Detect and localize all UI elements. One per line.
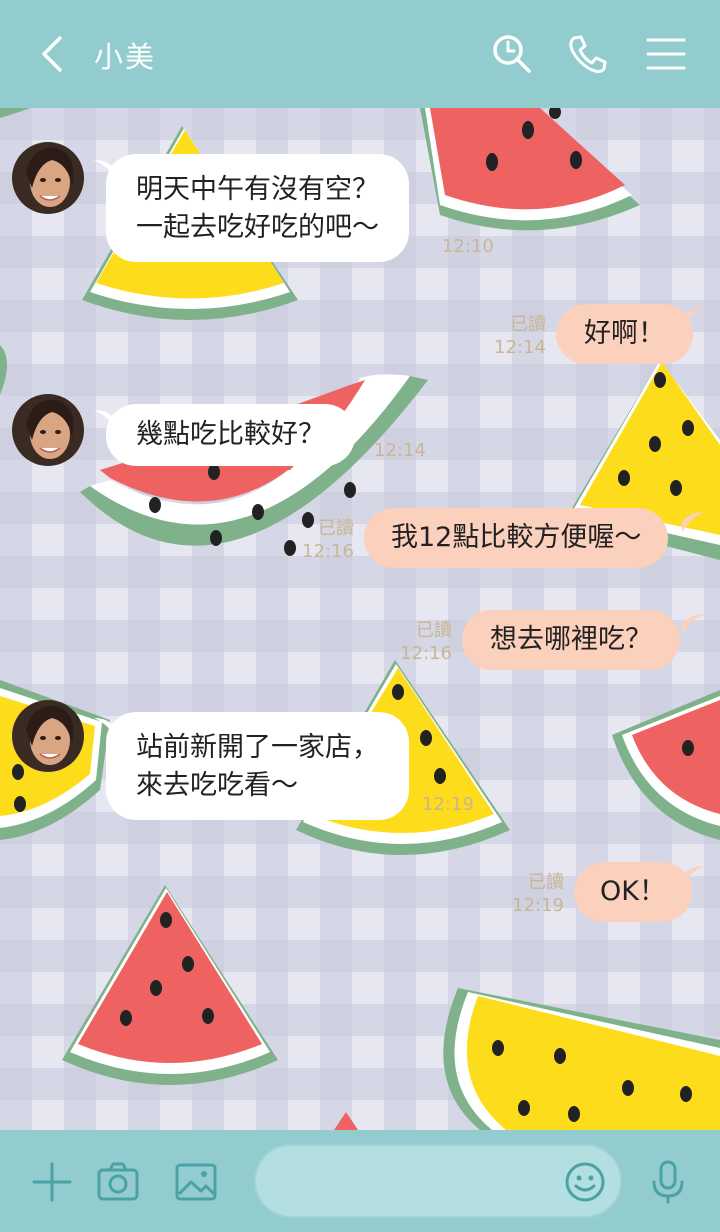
watermelon-slice-red-1 — [420, 108, 640, 231]
message-text: 我12點比較方便喔～ — [391, 522, 642, 553]
microphone-icon[interactable] — [646, 1160, 690, 1204]
back-icon[interactable] — [34, 34, 74, 74]
read-receipt: 已讀 — [318, 518, 354, 539]
read-receipt: 已讀 — [510, 314, 546, 335]
message-text: 想去哪裡吃？ — [490, 624, 652, 655]
message-bubble-outgoing[interactable]: 想去哪裡吃？ — [462, 610, 680, 670]
message-line: 明天中午有沒有空？ — [136, 174, 379, 205]
avatar[interactable] — [12, 142, 84, 214]
chat-header: 小美 — [0, 0, 720, 108]
message-text: 好啊！ — [584, 318, 665, 349]
image-icon[interactable] — [174, 1160, 218, 1204]
message-line: 一起去吃好吃的吧～ — [136, 212, 379, 243]
bubble-tail — [682, 866, 704, 886]
message-input[interactable] — [254, 1144, 622, 1218]
message-bubble-outgoing[interactable]: OK！ — [574, 862, 692, 922]
contact-name: 小美 — [94, 40, 157, 74]
message-text: OK！ — [600, 876, 666, 907]
emoji-icon[interactable] — [564, 1161, 606, 1203]
message-bubble-incoming[interactable]: 明天中午有沒有空？ 一起去吃好吃的吧～ — [106, 154, 409, 262]
search-icon[interactable] — [490, 32, 534, 76]
message-bubble-outgoing[interactable]: 我12點比較方便喔～ — [364, 508, 669, 568]
avatar[interactable] — [12, 700, 84, 772]
message-line: 幾點吃比較好？ — [136, 419, 325, 450]
message-line: 站前新開了一家店， — [136, 732, 379, 763]
menu-icon[interactable] — [644, 32, 688, 76]
watermelon-slice-yellow-5 — [443, 988, 720, 1130]
read-receipt: 已讀 — [528, 872, 564, 893]
message-line: 來去吃吃看～ — [136, 770, 298, 801]
camera-icon[interactable] — [96, 1160, 140, 1204]
message-time: 12:19 — [422, 794, 474, 815]
bubble-tail — [682, 614, 704, 634]
plus-icon[interactable] — [30, 1160, 74, 1204]
message-bubble-outgoing[interactable]: 好啊！ — [556, 304, 693, 364]
avatar[interactable] — [12, 394, 84, 466]
read-receipt: 已讀 — [416, 620, 452, 641]
message-time: 12:10 — [442, 236, 494, 257]
bubble-tail — [682, 512, 704, 532]
message-bubble-incoming[interactable]: 幾點吃比較好？ — [106, 404, 355, 466]
watermelon-slice-red-4 — [62, 885, 278, 1085]
bubble-tail — [682, 308, 704, 328]
watermelon-slice-red-3 — [612, 690, 720, 840]
message-time: 12:19 — [512, 895, 564, 916]
phone-icon[interactable] — [566, 32, 610, 76]
message-time: 12:14 — [374, 440, 426, 461]
input-bar — [0, 1130, 720, 1232]
message-time: 12:14 — [494, 337, 546, 358]
message-time: 12:16 — [400, 643, 452, 664]
message-bubble-incoming[interactable]: 站前新開了一家店， 來去吃吃看～ — [106, 712, 409, 820]
message-time: 12:16 — [302, 541, 354, 562]
